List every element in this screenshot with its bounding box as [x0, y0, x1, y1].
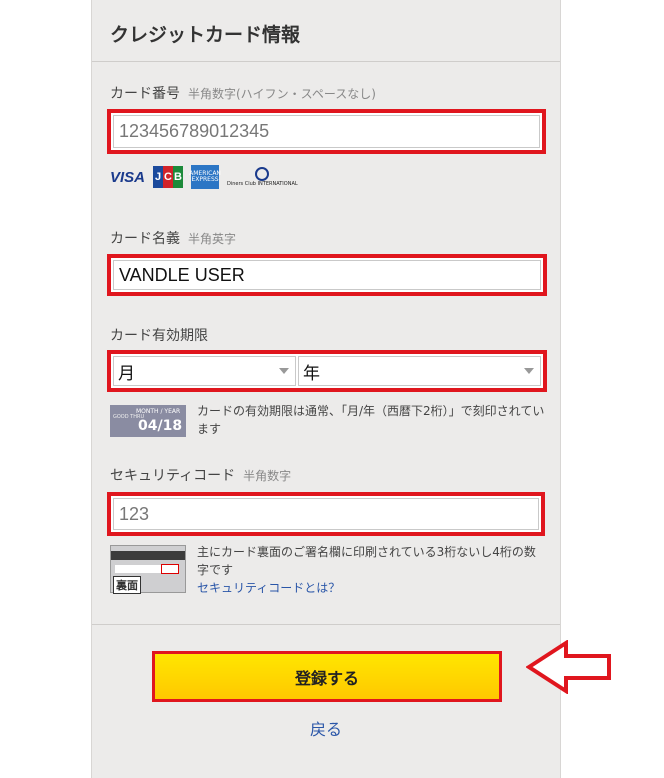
card-brand-logos: VISA J C B AMERICAN EXPRESS Diners Club … [110, 163, 298, 191]
pointer-arrow-icon [526, 640, 611, 694]
diners-logo-icon: Diners Club INTERNATIONAL [227, 167, 298, 187]
divider [92, 624, 560, 625]
security-code-hint: 半角数字 [243, 469, 292, 483]
divider [92, 61, 560, 62]
expiry-sample-header: MONTH / YEAR [136, 408, 181, 415]
card-number-highlight: 123456789012345 [107, 109, 546, 154]
expiry-sample-value: 04/18 [138, 418, 183, 434]
diners-logo-text: Diners Club INTERNATIONAL [227, 181, 298, 187]
expiry-month-select[interactable]: 月 [113, 356, 296, 386]
security-code-input[interactable]: 123 [113, 498, 539, 530]
card-back-label: 裏面 [113, 576, 141, 594]
security-code-help-link[interactable]: セキュリティコードとは？ [197, 581, 340, 595]
security-note: 主にカード裏面のご署名欄に印刷されている3桁ないし4桁の数字です セキュリティコ… [197, 543, 547, 597]
jcb-letter-b: B [173, 166, 184, 188]
expiry-sample-image: GOOD THRU MONTH / YEAR 04/18 [110, 405, 186, 437]
jcb-logo-icon: J C B [153, 166, 184, 188]
security-code-label: セキュリティコード 半角数字 [110, 465, 291, 485]
card-number-label-text: カード番号 [110, 86, 180, 102]
credit-card-panel: クレジットカード情報 カード番号 半角数字(ハイフン・スペースなし) 123456… [91, 0, 561, 778]
jcb-letter-c: C [163, 166, 174, 188]
diners-circle-icon [255, 167, 270, 181]
security-note-text: 主にカード裏面のご署名欄に印刷されている3桁ないし4桁の数字です [197, 545, 536, 577]
card-name-label: カード名義 半角英字 [110, 228, 236, 248]
card-number-input[interactable]: 123456789012345 [113, 115, 540, 148]
back-link[interactable]: 戻る [92, 716, 560, 740]
card-name-value: VANDLE USER [119, 264, 245, 285]
expiry-year-select[interactable]: 年 [298, 356, 541, 386]
security-code-highlight: 123 [107, 492, 545, 536]
expiry-highlight: 月 年 [107, 350, 547, 392]
visa-logo-icon: VISA [110, 168, 146, 186]
jcb-letter-j: J [153, 166, 164, 188]
card-cvv-marker [161, 564, 179, 574]
card-name-highlight: VANDLE USER [107, 254, 547, 296]
card-back-image: 裏面 [110, 545, 186, 594]
expiry-label: カード有効期限 [110, 328, 208, 344]
amex-logo-icon: AMERICAN EXPRESS [189, 165, 221, 189]
chevron-down-icon [279, 368, 289, 374]
card-name-hint: 半角英字 [188, 232, 237, 246]
register-button[interactable]: 登録する [152, 651, 502, 702]
card-name-label-text: カード名義 [110, 231, 180, 247]
card-name-input[interactable]: VANDLE USER [113, 260, 541, 290]
card-number-hint: 半角数字(ハイフン・スペースなし) [188, 87, 376, 101]
expiry-note: カードの有効期限は通常、「月/年（西暦下2桁）」で刻印されています [197, 404, 545, 436]
expiry-year-value: 年 [303, 363, 320, 384]
security-code-placeholder: 123 [119, 503, 150, 524]
card-number-placeholder: 123456789012345 [119, 121, 270, 141]
chevron-down-icon [524, 368, 534, 374]
expiry-month-value: 月 [118, 363, 135, 384]
security-code-label-text: セキュリティコード [110, 468, 236, 484]
card-number-label: カード番号 半角数字(ハイフン・スペースなし) [110, 83, 376, 103]
card-magnetic-stripe [111, 551, 185, 560]
page-title: クレジットカード情報 [110, 24, 301, 46]
